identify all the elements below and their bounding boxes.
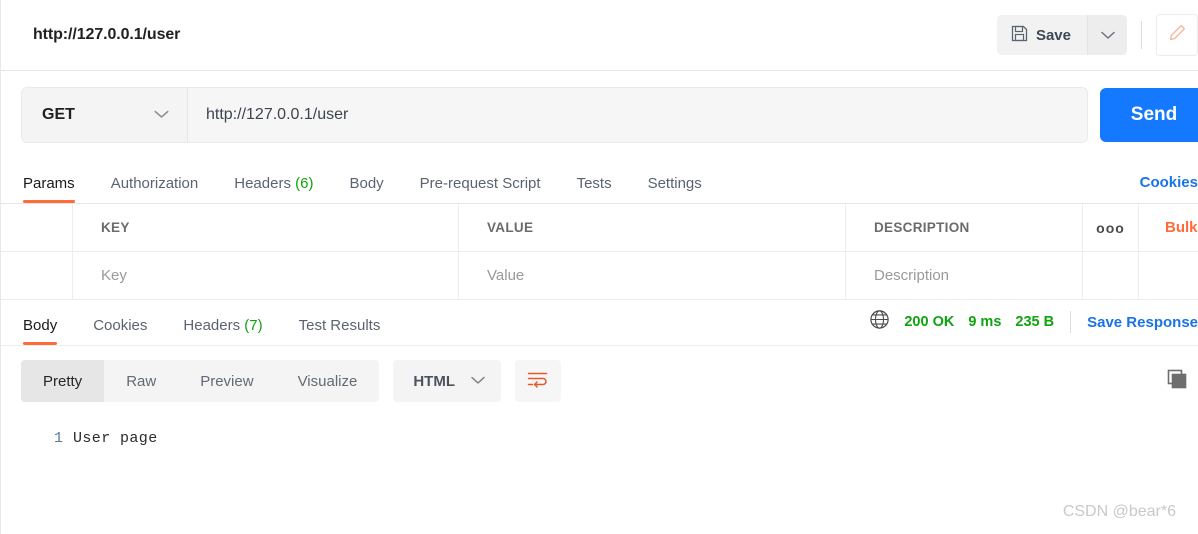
view-raw[interactable]: Raw xyxy=(104,360,178,402)
line-number-gutter: 1 xyxy=(1,430,73,447)
tab-response-headers-label: Headers xyxy=(183,317,241,334)
row-spacer-cell xyxy=(1139,252,1198,299)
tab-pre-request-script-label: Pre-request Script xyxy=(419,175,541,192)
tab-params-label: Params xyxy=(23,175,75,192)
pencil-icon xyxy=(1168,23,1187,47)
header-description-label: DESCRIPTION xyxy=(874,220,970,235)
tab-response-body-label: Body xyxy=(23,317,58,334)
line-number: 1 xyxy=(53,430,63,447)
header-key-column: KEY xyxy=(73,204,459,251)
row-options-cell xyxy=(1083,252,1139,299)
row-description-cell[interactable]: Description xyxy=(846,252,1083,299)
top-bar: http://127.0.0.1/user Save xyxy=(1,0,1198,71)
row-key-cell[interactable]: Key xyxy=(73,252,459,299)
tab-headers-count: (6) xyxy=(295,175,314,192)
tab-response-cookies[interactable]: Cookies xyxy=(93,317,147,345)
page-title: http://127.0.0.1/user xyxy=(33,26,181,43)
url-input-group: GET xyxy=(21,87,1088,143)
tab-headers-label: Headers xyxy=(234,175,291,192)
http-method-label: GET xyxy=(42,106,75,123)
response-body-viewer[interactable]: 1 User page xyxy=(1,414,1198,447)
tab-authorization-label: Authorization xyxy=(110,175,199,192)
tab-headers[interactable]: Headers (6) xyxy=(234,175,313,203)
watermark: CSDN @bear*6 xyxy=(1062,503,1176,520)
top-bar-actions: Save xyxy=(996,0,1198,70)
tab-response-headers-count: (7) xyxy=(244,317,263,334)
response-tabs: Body Cookies Headers (7) Test Results 20… xyxy=(1,300,1198,345)
tab-pre-request-script[interactable]: Pre-request Script xyxy=(420,175,541,203)
tab-authorization[interactable]: Authorization xyxy=(111,175,199,203)
edit-request-button[interactable] xyxy=(1156,14,1198,56)
chevron-down-icon xyxy=(471,372,485,390)
save-options-button[interactable] xyxy=(1087,15,1127,55)
key-placeholder: Key xyxy=(101,267,127,284)
description-placeholder: Description xyxy=(874,267,950,284)
url-input[interactable] xyxy=(188,88,1087,142)
table-options-button[interactable]: ooo xyxy=(1083,204,1139,251)
request-tabs-right: Cookies xyxy=(1140,174,1198,203)
view-pretty[interactable]: Pretty xyxy=(21,360,105,402)
view-visualize[interactable]: Visualize xyxy=(276,360,380,402)
tab-response-cookies-label: Cookies xyxy=(93,317,148,334)
copy-icon[interactable] xyxy=(1166,368,1188,395)
status-divider xyxy=(1070,311,1072,333)
chevron-down-icon xyxy=(154,106,169,124)
request-tabs: Params Authorization Headers (6) Body Pr… xyxy=(1,159,1198,203)
response-format-select[interactable]: HTML xyxy=(393,360,501,402)
tab-test-results[interactable]: Test Results xyxy=(299,317,381,345)
query-params-table: KEY VALUE DESCRIPTION ooo Bulk Edit Key … xyxy=(1,203,1198,300)
response-view-switcher: Pretty Raw Preview Visualize xyxy=(21,360,380,402)
bulk-edit-cell: Bulk Edit xyxy=(1139,204,1198,251)
chevron-down-icon xyxy=(1100,28,1115,43)
word-wrap-button[interactable] xyxy=(514,360,561,402)
bulk-edit-link[interactable]: Bulk Edit xyxy=(1165,219,1198,236)
save-button-group: Save xyxy=(996,15,1127,55)
tab-params[interactable]: Params xyxy=(23,175,75,203)
tab-tests[interactable]: Tests xyxy=(577,175,612,203)
response-body-line: User page xyxy=(73,430,158,447)
http-method-select[interactable]: GET xyxy=(22,88,188,142)
response-body-actions xyxy=(1166,368,1198,395)
globe-icon[interactable] xyxy=(869,309,890,335)
header-description-column: DESCRIPTION xyxy=(846,204,1083,251)
header-select-column xyxy=(1,204,73,251)
response-status-bar: 200 OK 9 ms 235 B Save Response xyxy=(869,309,1198,345)
ellipsis-icon: ooo xyxy=(1096,219,1125,236)
response-body-toolbar: Pretty Raw Preview Visualize HTML xyxy=(1,345,1198,414)
row-select-cell[interactable] xyxy=(1,252,73,299)
tab-settings[interactable]: Settings xyxy=(648,175,702,203)
word-wrap-icon xyxy=(527,371,548,391)
tab-body-label: Body xyxy=(349,175,384,192)
tab-response-headers[interactable]: Headers (7) xyxy=(183,317,262,345)
response-format-label: HTML xyxy=(413,372,455,390)
row-value-cell[interactable]: Value xyxy=(459,252,846,299)
table-row: Key Value Description xyxy=(1,252,1198,299)
header-value-label: VALUE xyxy=(487,220,534,235)
save-button-label: Save xyxy=(1035,26,1071,44)
tab-response-body[interactable]: Body xyxy=(23,317,58,345)
tab-body[interactable]: Body xyxy=(349,175,383,203)
tab-tests-label: Tests xyxy=(576,175,612,192)
toolbar-divider xyxy=(1141,21,1142,49)
save-button[interactable]: Save xyxy=(996,15,1087,55)
tab-settings-label: Settings xyxy=(647,175,702,192)
header-value-column: VALUE xyxy=(459,204,846,251)
view-preview[interactable]: Preview xyxy=(178,360,275,402)
cookies-link[interactable]: Cookies xyxy=(1140,174,1198,191)
url-bar: GET Send xyxy=(1,71,1198,159)
status-badge: 200 OK xyxy=(904,314,955,330)
response-time: 9 ms xyxy=(968,314,1002,330)
floppy-disk-icon xyxy=(1011,25,1028,46)
table-header-row: KEY VALUE DESCRIPTION ooo Bulk Edit xyxy=(1,204,1198,252)
value-placeholder: Value xyxy=(487,267,525,284)
postman-request-window: http://127.0.0.1/user Save GET http://12… xyxy=(0,0,1198,534)
send-button[interactable]: Send xyxy=(1100,88,1198,142)
header-key-label: KEY xyxy=(101,220,130,235)
response-size: 235 B xyxy=(1015,314,1055,330)
tab-test-results-label: Test Results xyxy=(298,317,381,334)
save-response-link[interactable]: Save Response xyxy=(1087,314,1198,331)
